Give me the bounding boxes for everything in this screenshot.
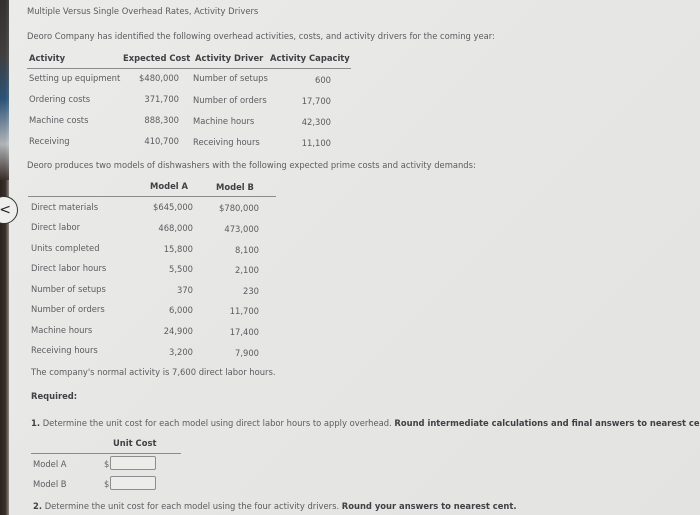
activity-driver: Number of setups [193,73,268,83]
row-label: Direct labor hours [31,263,107,273]
expected-cost: 371,700 [144,94,179,104]
model-a-unit-cost-input[interactable] [110,456,156,470]
model-a-value: 6,000 [169,305,193,315]
header-divider [28,196,276,197]
expected-cost: $480,000 [139,73,179,83]
activity-driver: Machine hours [193,116,255,126]
model-a-value: $645,000 [153,202,193,212]
model-a-value: 468,000 [158,223,193,233]
row-label: Number of setups [31,284,106,294]
header-model-b: Model B [216,182,254,192]
activity-name: Machine costs [29,115,89,125]
row-label: Direct labor [31,222,81,232]
model-a-value: 5,500 [169,264,193,274]
chevron-left-icon: < [0,202,11,218]
model-b-value: 2,100 [235,265,259,275]
header-expected-cost: Expected Cost [123,53,191,63]
models-intro-text: Deoro produces two models of dishwashers… [27,160,476,170]
question-1-text: Determine the unit cost for each model u… [42,418,392,428]
expected-cost: 410,700 [144,136,179,146]
model-b-value: 11,700 [229,306,259,316]
screen-bezel-glare [0,0,9,180]
row-label: Direct materials [31,202,99,212]
header-unit-cost: Unit Cost [113,438,157,448]
question-1-instruction: Round intermediate calculations and fina… [394,418,700,428]
activity-capacity: 17,700 [301,96,331,106]
header-activity: Activity [29,53,66,63]
model-a-value: 370 [177,285,193,295]
currency-symbol: $ [104,479,110,489]
currency-symbol: $ [104,459,110,469]
row-label: Units completed [31,243,100,253]
row-label: Model B [33,479,67,489]
normal-activity-text: The company's normal activity is 7,600 d… [31,367,276,377]
model-b-value: 230 [243,286,259,296]
question-2-number: 2. [33,501,43,511]
activity-name: Receiving [29,136,70,146]
header-divider [31,453,181,454]
activity-name: Setting up equipment [29,73,121,83]
intro-text: Deoro Company has identified the followi… [27,31,495,41]
activity-driver: Receiving hours [193,137,260,147]
header-divider [27,68,351,69]
expected-cost: 888,300 [144,115,179,125]
model-a-value: 24,900 [163,326,193,336]
model-a-value: 3,200 [169,347,193,357]
model-a-value: 15,800 [163,244,193,254]
model-b-value: $780,000 [219,203,259,213]
activity-capacity: 11,100 [301,138,331,148]
model-b-value: 17,400 [229,327,259,337]
question-1-number: 1. [31,418,41,428]
model-b-unit-cost-input[interactable] [110,476,156,490]
header-activity-driver: Activity Driver [195,53,264,63]
row-label: Model A [33,459,67,469]
activity-driver: Number of orders [193,95,267,105]
row-label: Machine hours [31,325,93,335]
header-activity-capacity: Activity Capacity [270,53,350,63]
activity-name: Ordering costs [29,94,91,104]
row-label: Number of orders [31,304,105,314]
question-2-text: Determine the unit cost for each model u… [44,501,340,511]
question-1: 1. Determine the unit cost for each mode… [31,418,700,428]
header-model-a: Model A [150,181,189,191]
model-b-value: 8,100 [235,245,259,255]
activity-capacity: 600 [315,75,331,85]
model-b-value: 7,900 [235,348,259,358]
model-b-value: 473,000 [224,224,259,234]
required-heading: Required: [31,391,78,401]
question-2: 2. Determine the unit cost for each mode… [33,501,517,511]
problem-title: Multiple Versus Single Overhead Rates, A… [27,6,259,16]
row-label: Receiving hours [31,345,98,355]
problem-page: Multiple Versus Single Overhead Rates, A… [9,0,700,515]
activity-capacity: 42,300 [301,117,331,127]
question-2-instruction: Round your answers to nearest cent. [341,501,517,511]
